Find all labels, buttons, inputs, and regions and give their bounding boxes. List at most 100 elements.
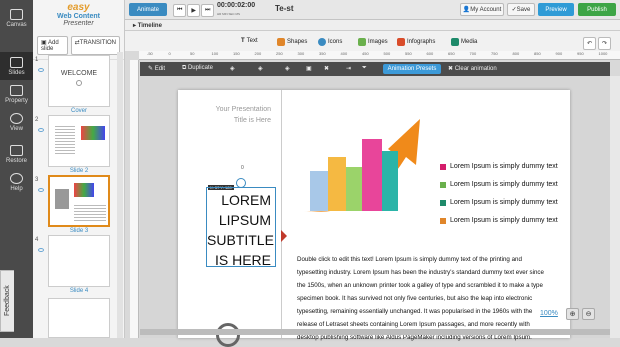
bar: [346, 167, 362, 211]
slide-thumb-5[interactable]: [48, 298, 110, 338]
rail-slides-button[interactable]: Slides: [0, 52, 33, 80]
lock-icon[interactable]: ▣: [306, 65, 312, 72]
last-frame-icon[interactable]: ⏭: [201, 4, 214, 17]
legend-bullet: Lorem Ipsum is simply dummy text: [440, 181, 558, 188]
slide-thumb-3[interactable]: [48, 175, 110, 227]
slides-scrollbar[interactable]: [117, 52, 123, 338]
slide-thumb-1[interactable]: WELCOME: [48, 55, 110, 107]
animation-presets-button[interactable]: Animation Presets: [383, 64, 441, 74]
zoom-out-icon[interactable]: ⊖: [582, 308, 595, 320]
ruler-tick: -50: [147, 51, 169, 56]
layer-down-icon[interactable]: ◈: [258, 65, 263, 72]
rail-label: Property: [5, 98, 28, 104]
icons-label: Icons: [328, 39, 342, 45]
my-account-button[interactable]: 👤 My Account: [460, 3, 504, 16]
circle-icon: [216, 323, 240, 347]
images-icon: [358, 38, 366, 46]
ruler-tick: 250: [276, 51, 298, 56]
zoom-in-icon[interactable]: ⊕: [566, 308, 579, 320]
position-icon[interactable]: ⇥: [346, 65, 351, 72]
shapes-tool[interactable]: Shapes: [277, 38, 307, 46]
presentation-title-text[interactable]: Your Presentation Title is Here: [203, 104, 271, 126]
ruler-tick: 100: [212, 51, 234, 56]
big-text-line: LIPSUM: [207, 210, 271, 230]
selected-text-box[interactable]: LOREM LIPSUM SUBTITLE IS HERE: [206, 187, 276, 267]
slide-label: Cover: [48, 108, 110, 114]
rail-label: Slides: [8, 70, 24, 76]
shapes-label: Shapes: [287, 39, 307, 45]
text-tool[interactable]: TText: [241, 38, 258, 44]
animate-label: Animate: [137, 7, 159, 13]
bullet-text: Lorem Ipsum is simply dummy text: [450, 163, 558, 170]
vertical-ruler: [130, 60, 139, 338]
slide-thumb-4[interactable]: [48, 235, 110, 287]
ruler-tick: 850: [534, 51, 556, 56]
eye-icon[interactable]: [38, 248, 44, 252]
add-slide-button[interactable]: ▣ Add slide: [37, 36, 68, 55]
thumb-title: WELCOME: [49, 70, 109, 77]
delete-icon[interactable]: ✖: [324, 65, 329, 72]
animation-presets-label: Animation Presets: [388, 66, 437, 72]
timeline-label: Timeline: [138, 23, 162, 29]
transition-button[interactable]: ⇄TRANSITION: [71, 36, 120, 55]
logo-line: easy: [67, 3, 89, 13]
icons-tool[interactable]: Icons: [318, 38, 342, 46]
horizontal-scrollbar[interactable]: [140, 329, 610, 335]
slide-number: 3: [35, 177, 38, 183]
rail-property-button[interactable]: Property: [0, 80, 33, 108]
images-label: Images: [368, 39, 388, 45]
preview-button[interactable]: Preview: [538, 3, 574, 16]
publish-button[interactable]: Publish: [578, 3, 616, 16]
body-line: Double click to edit this text! Lorem Ip…: [297, 253, 552, 266]
slide-thumb-2[interactable]: [48, 115, 110, 167]
vertical-scrollbar[interactable]: [610, 76, 620, 338]
edit-label: Edit: [155, 66, 165, 72]
layers-icon[interactable]: ◈: [285, 65, 290, 72]
bullet-text: Lorem Ipsum is simply dummy text: [450, 217, 558, 224]
media-label: Media: [461, 39, 477, 45]
zoom-level[interactable]: 100%: [540, 310, 558, 317]
clear-animation-button[interactable]: ✖ Clear animation: [448, 65, 497, 72]
rail-canvas-button[interactable]: Canvas: [0, 4, 33, 32]
eye-icon[interactable]: [38, 128, 44, 132]
rail-label: Help: [10, 186, 22, 192]
thumb-text: [55, 189, 69, 209]
animate-button[interactable]: Animate: [129, 3, 167, 16]
play-icon[interactable]: ▶: [187, 4, 200, 17]
rail-view-button[interactable]: View: [0, 108, 33, 136]
media-tool[interactable]: Media: [451, 38, 477, 46]
ruler-tick: 500: [384, 51, 406, 56]
preview-label: Preview: [545, 7, 566, 13]
presentation-title[interactable]: Te-st: [275, 4, 294, 13]
canvas-icon: [10, 9, 23, 20]
horizontal-ruler: -500501001502002503003504004505005506006…: [139, 51, 620, 60]
eye-icon[interactable]: [38, 68, 44, 72]
ruler-tick: 750: [491, 51, 513, 56]
eye-icon[interactable]: [38, 188, 44, 192]
rail-restore-button[interactable]: Restore: [0, 140, 33, 168]
transition-label: TRANSITION: [80, 40, 116, 46]
feedback-tab[interactable]: Feedback: [0, 270, 14, 332]
first-frame-icon[interactable]: ⏮: [173, 4, 186, 17]
duplicate-button[interactable]: ⧉ Duplicate: [182, 65, 213, 72]
images-tool[interactable]: Images: [358, 38, 388, 46]
save-button[interactable]: ✓ Save: [507, 3, 535, 16]
save-label: Save: [517, 7, 531, 13]
selected-text[interactable]: LOREM LIPSUM SUBTITLE IS HERE: [207, 188, 275, 270]
infographs-tool[interactable]: Infographs: [397, 38, 435, 46]
undo-icon[interactable]: ↶: [583, 37, 596, 50]
edit-button[interactable]: ✎ Edit: [148, 65, 165, 72]
bullet-swatch: [440, 200, 446, 206]
ruler-tick: 950: [577, 51, 599, 56]
redo-icon[interactable]: ↷: [598, 37, 611, 50]
filter-icon[interactable]: ⏷: [362, 65, 367, 72]
layer-up-icon[interactable]: ◈: [230, 65, 235, 72]
logo-line: Presenter: [63, 20, 93, 27]
thumb-chart: [81, 126, 105, 140]
timeline-header[interactable]: ▸ Timeline: [125, 20, 620, 31]
ruler-tick: 400: [341, 51, 363, 56]
rail-help-button[interactable]: Help: [0, 168, 33, 196]
rail-label: Restore: [6, 158, 27, 164]
ruler-tick: 200: [255, 51, 277, 56]
account-label: My Account: [470, 7, 501, 13]
